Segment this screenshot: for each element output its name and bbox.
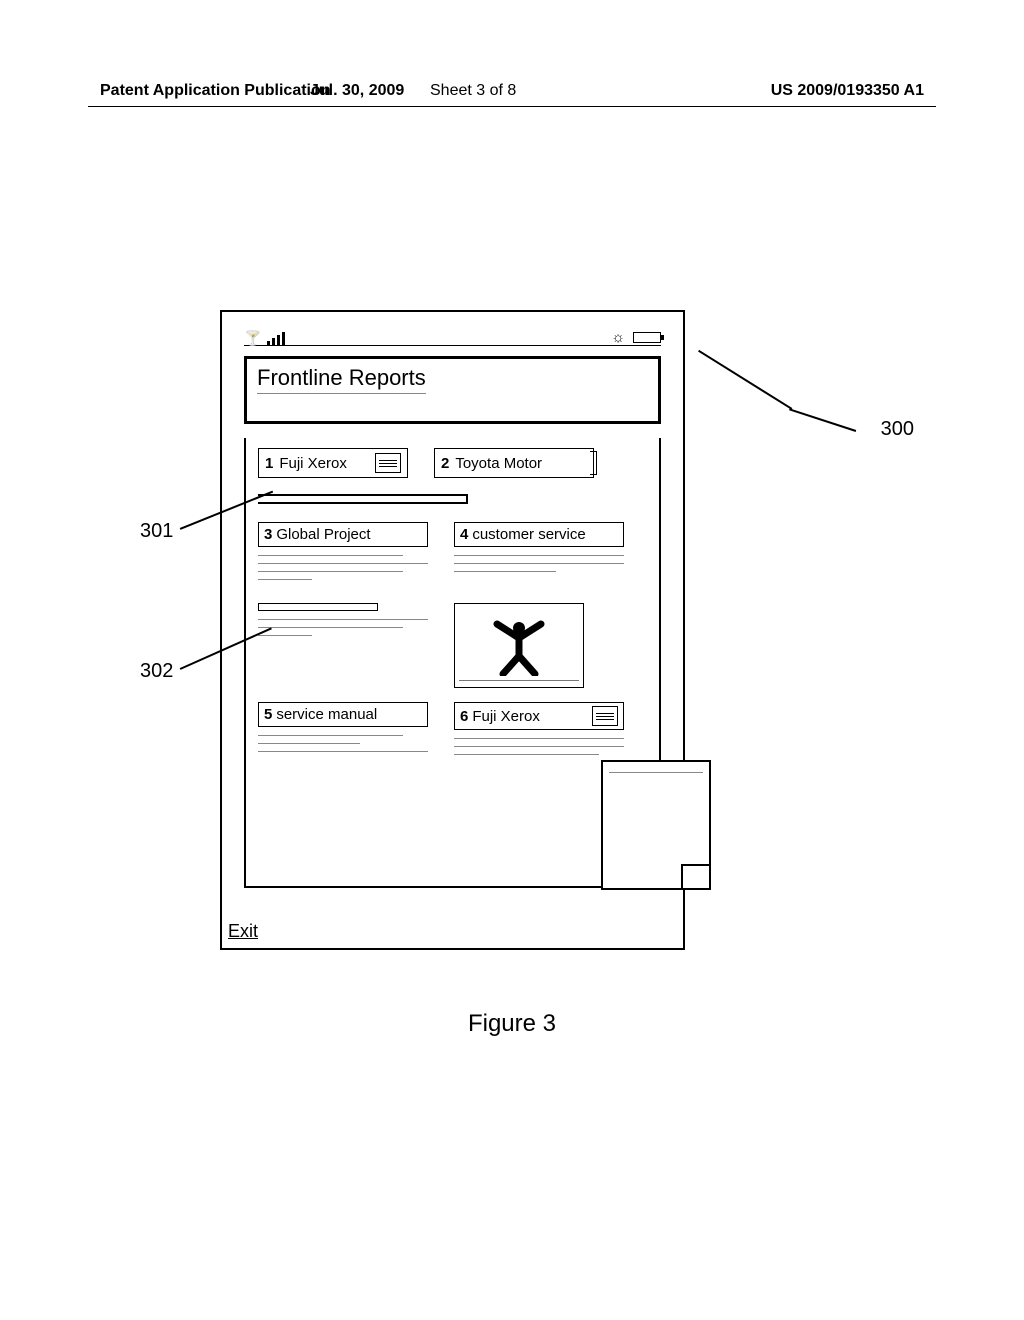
patent-figure-page: Patent Application Publication Jul. 30, … [0,0,1024,1320]
sun-icon: ☼ [611,330,625,345]
app-title: Frontline Reports [257,365,426,394]
result-number: 2 [441,455,449,472]
result-card-4: 4 customer service [454,522,624,547]
snippet-left [258,603,428,643]
callout-300: 300 [881,418,914,441]
result-card-5: 5 service manual [258,702,428,727]
result-number: 3 [264,526,272,543]
result-label: Toyota Motor [455,455,542,472]
status-bar: 🍸 ☼ [244,322,661,346]
result-number: 4 [460,526,468,543]
callout-301: 301 [140,520,173,543]
thumbnail-icon [375,453,401,473]
note-popup [601,760,711,890]
battery-icon [633,332,661,343]
result-block-5[interactable]: 5 service manual [258,702,428,762]
text-lines [258,555,428,580]
leader-line [789,408,856,431]
result-card-2[interactable]: 2 Toyota Motor [434,448,594,478]
thumbnail-photo [454,603,584,688]
exit-softkey[interactable]: Exit [228,921,258,942]
row-3: 5 service manual 6 Fuji Xerox [258,702,647,762]
text-lines [454,738,624,755]
section-divider [258,494,468,504]
status-right: ☼ [611,330,661,345]
header-sheet: Sheet 3 of 8 [430,82,516,100]
page-fold-icon [681,864,711,890]
thumbnail-icon [592,706,618,726]
leader-line [698,350,792,410]
result-label: Fuji Xerox [472,708,540,725]
result-block-4[interactable]: 4 customer service [454,522,624,587]
result-card-3: 3 Global Project [258,522,428,547]
callout-302: 302 [140,660,173,683]
row-2: 3 Global Project 4 customer service [258,522,647,587]
header-pubno: US 2009/0193350 A1 [771,82,924,100]
text-lines [454,555,624,572]
result-card-1[interactable]: 1 Fuji Xerox [258,448,408,478]
result-number: 6 [460,708,468,725]
header-rule [88,106,936,107]
result-label: service manual [276,706,377,723]
person-silhouette-icon [489,616,549,676]
result-label: Global Project [276,526,370,543]
header-publication-type: Patent Application Publication [100,82,331,100]
app-title-box: Frontline Reports [244,356,661,424]
snippet-bar [258,603,378,611]
header-date: Jul. 30, 2009 [310,82,404,100]
results-panel: 1 Fuji Xerox 2 Toyota Motor 3 Global Pro… [244,438,661,888]
status-left: 🍸 [244,331,285,345]
martini-icon: 🍸 [244,331,261,345]
text-lines [258,619,428,636]
row-1: 1 Fuji Xerox 2 Toyota Motor [258,448,647,478]
result-label: customer service [472,526,585,543]
device-screen: 🍸 ☼ Frontline Reports 1 Fuji Xerox [220,310,685,950]
result-block-3[interactable]: 3 Global Project [258,522,428,587]
result-number: 1 [265,455,273,472]
result-block-6[interactable]: 6 Fuji Xerox [454,702,624,762]
result-card-6: 6 Fuji Xerox [454,702,624,730]
result-label: Fuji Xerox [279,455,347,472]
result-number: 5 [264,706,272,723]
signal-icon [267,331,285,345]
row-2b [258,603,647,688]
figure-label: Figure 3 [0,1010,1024,1038]
text-lines [258,735,428,752]
